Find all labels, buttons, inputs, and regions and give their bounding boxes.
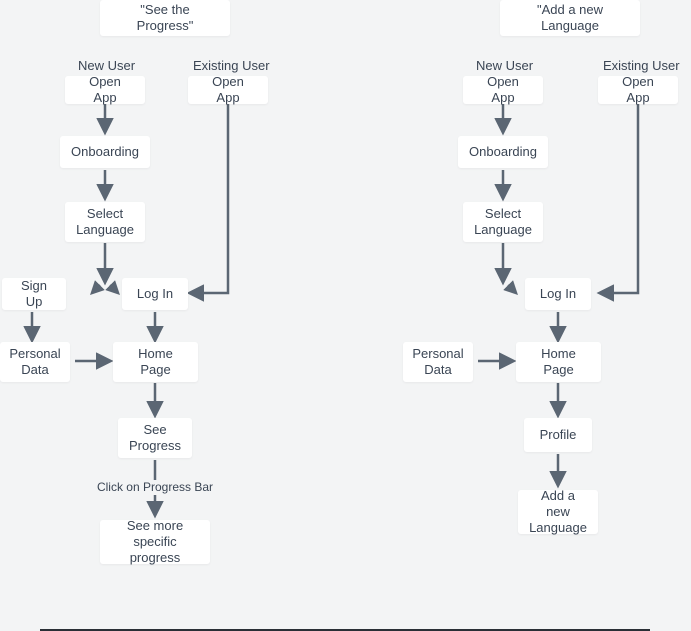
node-personal-data-right: Personal Data xyxy=(403,342,473,382)
node-home-page-left: Home Page xyxy=(113,342,198,382)
node-open-app-new-left: Open App xyxy=(65,76,145,104)
node-log-in-left: Log In xyxy=(122,278,188,310)
label-new-user-right: New User xyxy=(476,58,533,73)
label-existing-user-right: Existing User xyxy=(603,58,680,73)
label-new-user-left: New User xyxy=(78,58,135,73)
node-see-more-specific: See more specific progress xyxy=(100,520,210,564)
node-select-language-right: Select Language xyxy=(463,202,543,242)
node-onboarding-left: Onboarding xyxy=(60,136,150,168)
node-personal-data-left: Personal Data xyxy=(0,342,70,382)
node-sign-up-left: Sign Up xyxy=(2,278,66,310)
title-add-language: "Add a new Language xyxy=(500,0,640,36)
node-open-app-existing-left: Open App xyxy=(188,76,268,104)
node-log-in-right: Log In xyxy=(525,278,591,310)
node-home-page-right: Home Page xyxy=(516,342,601,382)
node-open-app-existing-right: Open App xyxy=(598,76,678,104)
title-see-progress: "See the Progress" xyxy=(100,0,230,36)
node-select-language-left: Select Language xyxy=(65,202,145,242)
node-add-language-right: Add a new Language xyxy=(518,490,598,534)
node-profile-right: Profile xyxy=(524,418,592,452)
node-onboarding-right: Onboarding xyxy=(458,136,548,168)
label-click-progress-bar: Click on Progress Bar xyxy=(95,480,215,494)
node-open-app-new-right: Open App xyxy=(463,76,543,104)
node-see-progress-left: See Progress xyxy=(118,418,192,458)
label-existing-user-left: Existing User xyxy=(193,58,270,73)
